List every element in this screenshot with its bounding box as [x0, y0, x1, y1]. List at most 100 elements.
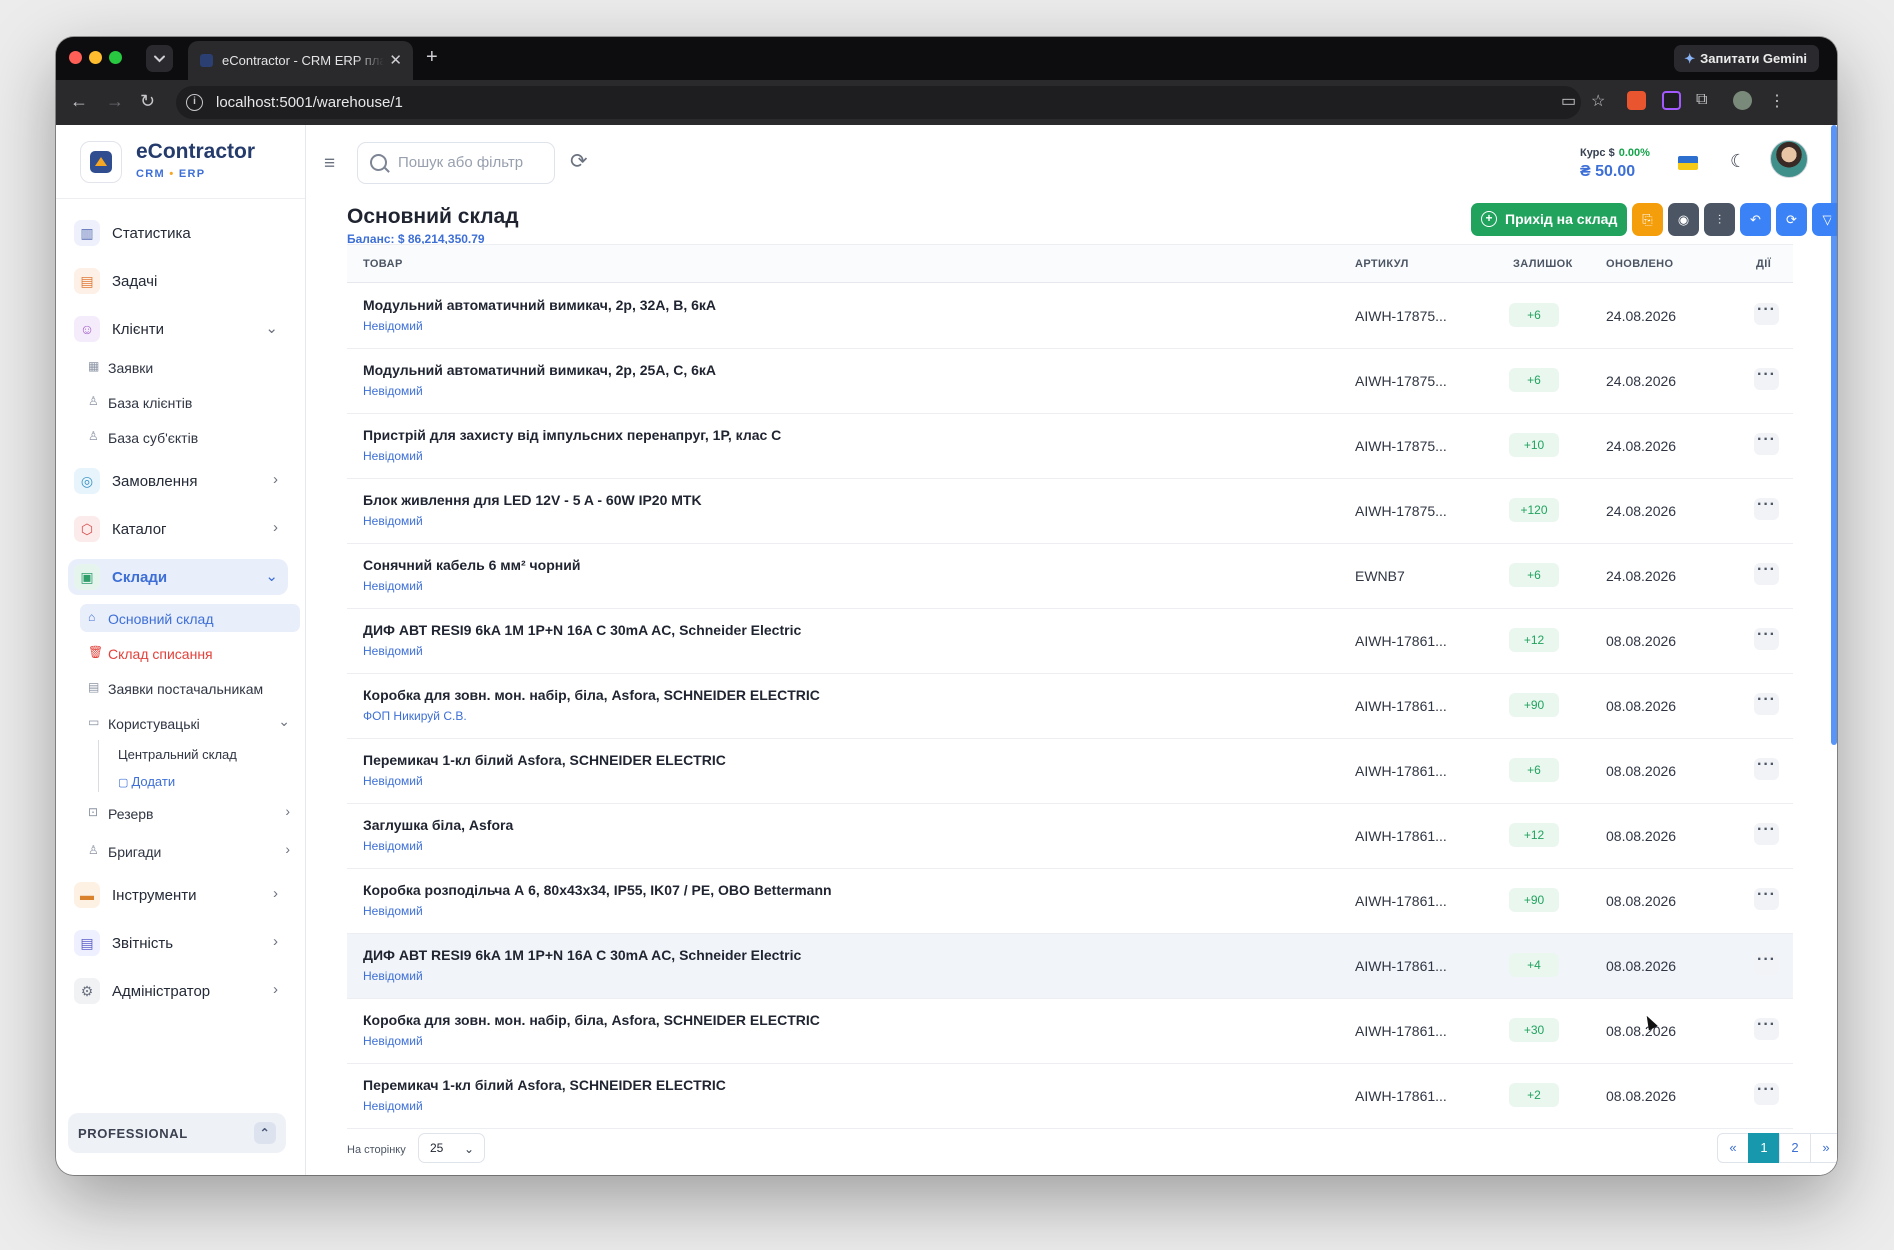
- supplier-name[interactable]: Невідомий: [363, 1034, 423, 1048]
- sidebar-item-custom[interactable]: ▭ Користувацькі ⌄: [80, 709, 300, 737]
- supplier-name[interactable]: ФОП Никируй С.В.: [363, 709, 467, 723]
- incoming-button[interactable]: + Прихід на склад: [1471, 203, 1627, 236]
- per-page-select[interactable]: 25 ⌄: [418, 1133, 485, 1163]
- supplier-name[interactable]: Невідомий: [363, 1099, 423, 1113]
- col-updated[interactable]: ОНОВЛЕНО: [1606, 258, 1673, 270]
- page-2-button[interactable]: 2: [1779, 1133, 1811, 1163]
- supplier-name[interactable]: Невідомий: [363, 969, 423, 983]
- supplier-name[interactable]: Невідомий: [363, 319, 423, 333]
- refresh-icon[interactable]: ⟳: [570, 149, 588, 174]
- profile-icon[interactable]: [1733, 91, 1752, 110]
- moon-icon[interactable]: ☾: [1730, 151, 1746, 172]
- sidebar-item-client-base[interactable]: ♙ База клієнтів: [80, 388, 300, 416]
- more-actions-icon[interactable]: ···: [1754, 302, 1779, 325]
- new-tab-button[interactable]: +: [426, 46, 438, 69]
- sidebar-item-supplier-requests[interactable]: ▤ Заявки постачальникам: [80, 674, 300, 702]
- close-window-button[interactable]: [69, 51, 82, 64]
- sidebar-item-orders[interactable]: ◎ Замовлення ›: [68, 463, 288, 499]
- supplier-name[interactable]: Невідомий: [363, 904, 423, 918]
- sidebar-item-catalog[interactable]: ⬡ Каталог ›: [68, 511, 288, 547]
- site-info-icon[interactable]: i: [186, 94, 203, 111]
- sidebar-item-crews[interactable]: ♙ Бригади ›: [80, 837, 300, 865]
- extension-icon[interactable]: [1627, 91, 1646, 110]
- sidebar-item-clients[interactable]: ☺ Клієнти ⌄: [68, 311, 288, 347]
- more-actions-icon[interactable]: ···: [1754, 757, 1779, 780]
- table-row[interactable]: Модульний автоматичний вимикач, 2р, 32А,…: [347, 284, 1793, 349]
- prev-page-button[interactable]: «: [1717, 1133, 1749, 1163]
- sidebar-item-admin[interactable]: ⚙ Адміністратор ›: [68, 973, 288, 1009]
- supplier-name[interactable]: Невідомий: [363, 449, 423, 463]
- plan-badge[interactable]: PROFESSIONAL ⌃: [68, 1113, 286, 1153]
- table-row[interactable]: ДИФ АВТ RESI9 6kA 1M 1P+N 16A C 30mA AC,…: [347, 609, 1793, 674]
- table-row[interactable]: Перемикач 1-кл білий Asfora, SCHNEIDER E…: [347, 739, 1793, 804]
- avatar[interactable]: [1770, 140, 1808, 178]
- table-row[interactable]: ДИФ АВТ RESI9 6kA 1M 1P+N 16A C 30mA AC,…: [347, 934, 1793, 999]
- camera-button[interactable]: ◉: [1668, 203, 1699, 236]
- col-qty[interactable]: ЗАЛИШОК: [1513, 258, 1573, 270]
- sync-button[interactable]: ⟳: [1776, 203, 1807, 236]
- url-field[interactable]: i localhost:5001/warehouse/1: [176, 86, 1581, 119]
- close-tab-icon[interactable]: ✕: [389, 51, 402, 69]
- table-row[interactable]: Заглушка біла, Asfora Невідомий AIWH-17861…: [347, 804, 1793, 869]
- supplier-name[interactable]: Невідомий: [363, 579, 423, 593]
- table-row[interactable]: Коробка для зовн. мон. набір, біла, Asfo…: [347, 674, 1793, 739]
- col-product[interactable]: ТОВАР: [363, 258, 403, 270]
- adjust-button[interactable]: ⫶: [1704, 203, 1735, 236]
- import-button[interactable]: ⎘: [1632, 203, 1663, 236]
- ukraine-flag-icon[interactable]: [1678, 156, 1698, 170]
- col-sku[interactable]: АРТИКУЛ: [1355, 258, 1409, 270]
- more-actions-icon[interactable]: ···: [1754, 1082, 1779, 1105]
- more-actions-icon[interactable]: ···: [1754, 367, 1779, 390]
- supplier-name[interactable]: Невідомий: [363, 774, 423, 788]
- sidebar-item-reports[interactable]: ▤ Звітність ›: [68, 925, 288, 961]
- undo-button[interactable]: ↶: [1740, 203, 1771, 236]
- figma-extension-icon[interactable]: [1662, 91, 1681, 110]
- bookmark-star-icon[interactable]: ☆: [1591, 91, 1605, 111]
- supplier-name[interactable]: Невідомий: [363, 839, 423, 853]
- search-input[interactable]: Пошук або фільтр: [357, 142, 555, 184]
- table-row[interactable]: Коробка для зовн. мон. набір, біла, Asfo…: [347, 999, 1793, 1064]
- minimize-window-button[interactable]: [89, 51, 102, 64]
- tab-search-button[interactable]: [146, 45, 173, 72]
- more-actions-icon[interactable]: ···: [1754, 692, 1779, 715]
- more-actions-icon[interactable]: ···: [1754, 1017, 1779, 1040]
- more-actions-icon[interactable]: ···: [1754, 887, 1779, 910]
- forward-icon[interactable]: →: [106, 91, 124, 112]
- supplier-name[interactable]: Невідомий: [363, 514, 423, 528]
- sidebar-item-reserve[interactable]: ⊡ Резерв ›: [80, 799, 300, 827]
- page-1-button[interactable]: 1: [1748, 1133, 1780, 1163]
- sidebar-item-main-warehouse[interactable]: ⌂ Основний склад: [80, 604, 300, 632]
- table-row[interactable]: Сонячний кабель 6 мм² чорний Невідомий EWN…: [347, 544, 1793, 609]
- more-actions-icon[interactable]: ···: [1754, 432, 1779, 455]
- table-row[interactable]: Модульний автоматичний вимикач, 2р, 25А,…: [347, 349, 1793, 414]
- table-row[interactable]: Перемикач 1-кл білий Asfora, SCHNEIDER E…: [347, 1064, 1793, 1129]
- install-app-icon[interactable]: ▭: [1561, 91, 1576, 111]
- extensions-puzzle-icon[interactable]: ⧉: [1696, 91, 1707, 109]
- more-actions-icon[interactable]: ···: [1754, 952, 1779, 975]
- sidebar-item-requests[interactable]: ▦ Заявки: [80, 353, 300, 381]
- sidebar-item-add[interactable]: ▢ Додати: [118, 774, 175, 789]
- table-row[interactable]: Пристрій для захисту від імпульсних пере…: [347, 414, 1793, 479]
- browser-tab[interactable]: eContractor - CRM ERP плат ✕: [188, 41, 413, 80]
- table-row[interactable]: Блок живлення для LED 12V - 5 A - 60W IP…: [347, 479, 1793, 544]
- sidebar-item-writeoff-warehouse[interactable]: 🗑 Склад списання: [80, 639, 300, 667]
- table-row[interactable]: Коробка розподільча А 6, 80х43х34, IP55,…: [347, 869, 1793, 934]
- browser-menu-icon[interactable]: ⋮: [1769, 91, 1785, 111]
- sidebar-item-stats[interactable]: ▥ Статистика: [68, 215, 288, 251]
- maximize-window-button[interactable]: [109, 51, 122, 64]
- gemini-button[interactable]: ✦ Запитати Gemini: [1674, 45, 1819, 72]
- more-actions-icon[interactable]: ···: [1754, 822, 1779, 845]
- more-actions-icon[interactable]: ···: [1754, 627, 1779, 650]
- supplier-name[interactable]: Невідомий: [363, 384, 423, 398]
- scrollbar[interactable]: [1831, 125, 1837, 745]
- reload-icon[interactable]: ↻: [140, 91, 155, 112]
- sidebar-item-warehouses[interactable]: ▣ Склади ⌄: [68, 559, 288, 595]
- sidebar-item-central-warehouse[interactable]: Центральний склад: [118, 747, 237, 762]
- hamburger-icon[interactable]: ≡: [324, 153, 335, 175]
- back-icon[interactable]: ←: [70, 91, 88, 112]
- sidebar-item-subject-base[interactable]: ♙ База суб'єктів: [80, 423, 300, 451]
- sidebar-item-tasks[interactable]: ▤ Задачі: [68, 263, 288, 299]
- sidebar-item-tools[interactable]: ▬ Інструменти ›: [68, 877, 288, 913]
- more-actions-icon[interactable]: ···: [1754, 497, 1779, 520]
- supplier-name[interactable]: Невідомий: [363, 644, 423, 658]
